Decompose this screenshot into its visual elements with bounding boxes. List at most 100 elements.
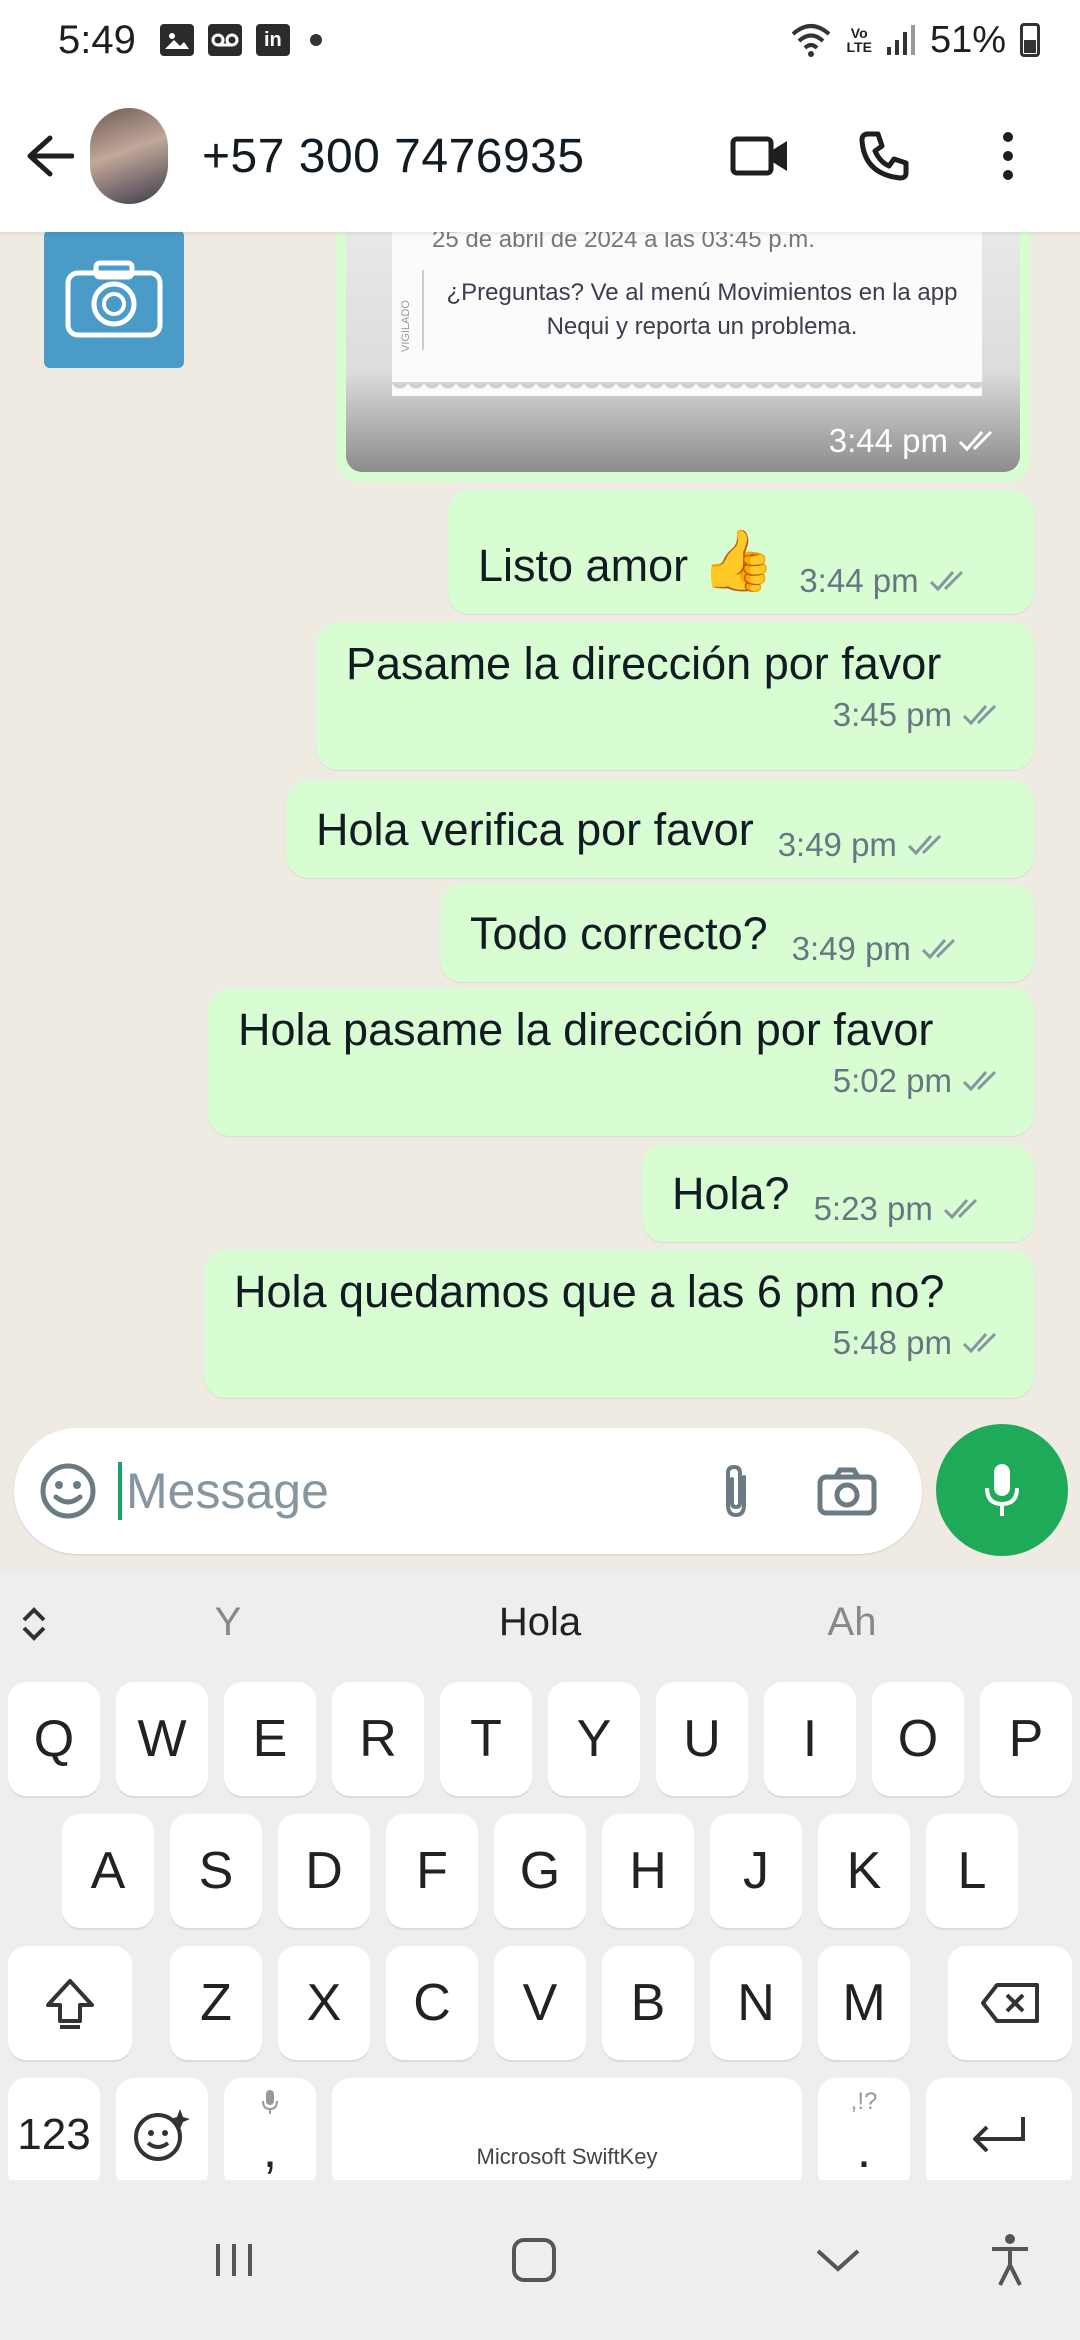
chat-area[interactable]: 25 de abril de 2024 a las 03:45 p.m. VIG… <box>0 232 1080 1567</box>
accessibility-icon <box>992 2234 1028 2286</box>
volte-icon: Vo LTE <box>846 25 872 55</box>
back-nav-button[interactable] <box>798 2220 878 2300</box>
key[interactable]: S <box>170 1814 262 1928</box>
suggestion-bar: Y Hola Ah <box>0 1570 1080 1675</box>
key[interactable]: W <box>116 1682 208 1796</box>
thumbs-up-emoji: 👍 <box>700 527 776 594</box>
suggestion-2[interactable]: Hola <box>440 1600 640 1645</box>
attach-icon[interactable] <box>716 1461 756 1521</box>
message-time: 3:49 pm <box>791 930 911 967</box>
period-label: . <box>856 2121 872 2179</box>
expand-toolbar-button[interactable] <box>14 1604 54 1644</box>
key[interactable]: V <box>494 1946 586 2060</box>
key[interactable]: N <box>710 1946 802 2060</box>
key[interactable]: X <box>278 1946 370 2060</box>
more-options-button[interactable] <box>976 124 1040 188</box>
key[interactable]: Q <box>8 1682 100 1796</box>
contact-name[interactable]: +57 300 7476935 <box>202 129 585 184</box>
accessibility-button[interactable] <box>970 2220 1050 2300</box>
key[interactable]: L <box>926 1814 1018 1928</box>
battery-icon <box>1020 23 1040 57</box>
home-button[interactable] <box>494 2220 574 2300</box>
key[interactable]: A <box>62 1814 154 1928</box>
receipt-top-text: 25 de abril de 2024 a las 03:45 p.m. <box>432 232 815 253</box>
message-time: 3:45 pm <box>832 696 952 733</box>
back-arrow-icon <box>27 135 74 177</box>
video-call-button[interactable] <box>728 124 792 188</box>
key[interactable]: Z <box>170 1946 262 2060</box>
numbers-key[interactable]: 123 <box>8 2078 100 2192</box>
read-ticks-icon <box>962 1070 997 1092</box>
message-text: Listo amor 👍 <box>478 527 776 594</box>
key[interactable]: Y <box>548 1682 640 1796</box>
message-bubble[interactable]: Hola pasame la dirección por favor 5:02 … <box>208 988 1034 1136</box>
message-text: Hola? <box>672 1168 790 1219</box>
key[interactable]: T <box>440 1682 532 1796</box>
image-message[interactable]: 25 de abril de 2024 a las 03:45 p.m. VIG… <box>336 232 1030 482</box>
message-text: Pasame la dirección por favor <box>346 638 942 689</box>
message-text: Todo correcto? <box>470 908 768 959</box>
message-time: 3:44 pm <box>828 422 948 459</box>
system-nav-bar <box>0 2180 1080 2340</box>
composer-actions <box>716 1461 898 1521</box>
suggestion-1[interactable]: Y <box>128 1600 328 1645</box>
key-row-3: Z X C V B N M <box>0 1946 1080 2062</box>
emoji-key[interactable] <box>116 2078 208 2192</box>
key[interactable]: K <box>818 1814 910 1928</box>
message-bubble[interactable]: Pasame la dirección por favor 3:45 pm <box>316 622 1034 770</box>
avatar[interactable] <box>90 108 168 204</box>
image-timestamp: 3:44 pm <box>829 422 1000 460</box>
key[interactable]: C <box>386 1946 478 2060</box>
shift-key[interactable] <box>8 1946 132 2060</box>
key[interactable]: O <box>872 1682 964 1796</box>
message-time: 5:02 pm <box>832 1062 952 1099</box>
message-bubble[interactable]: Listo amor 👍 3:44 pm <box>448 490 1034 614</box>
phone-icon <box>859 131 909 181</box>
recent-apps-button[interactable] <box>194 2220 274 2300</box>
message-meta: 5:23 pm <box>814 1190 985 1242</box>
period-key[interactable]: ,!? . <box>818 2078 910 2192</box>
backspace-icon <box>981 1983 1039 2023</box>
message-time: 5:23 pm <box>813 1190 933 1227</box>
message-meta: 5:48 pm <box>833 1324 1004 1362</box>
key[interactable]: M <box>818 1946 910 2060</box>
camera-icon[interactable] <box>816 1465 878 1517</box>
message-bubble[interactable]: Hola verifica por favor 3:49 pm <box>286 780 1034 878</box>
backspace-key[interactable] <box>948 1946 1072 2060</box>
message-composer[interactable] <box>14 1428 922 1554</box>
key[interactable]: G <box>494 1814 586 1928</box>
message-bubble[interactable]: Todo correcto? 3:49 pm <box>440 884 1034 982</box>
message-bubble[interactable]: Hola? 5:23 pm <box>642 1144 1034 1242</box>
message-time: 3:49 pm <box>777 826 897 863</box>
image-preview[interactable]: 25 de abril de 2024 a las 03:45 p.m. VIG… <box>346 232 1020 472</box>
camera-thumbnail[interactable] <box>44 232 184 368</box>
message-input[interactable] <box>118 1462 638 1520</box>
message-bubble[interactable]: Hola quedamos que a las 6 pm no? 5:48 pm <box>204 1250 1034 1398</box>
back-button[interactable] <box>20 126 80 186</box>
enter-key[interactable] <box>926 2078 1072 2192</box>
key[interactable]: J <box>710 1814 802 1928</box>
message-time: 3:44 pm <box>799 562 919 599</box>
key[interactable]: D <box>278 1814 370 1928</box>
message-meta: 3:45 pm <box>833 696 1004 734</box>
read-ticks-icon <box>958 430 993 452</box>
comma-key[interactable]: , <box>224 2078 316 2192</box>
space-bar[interactable]: Microsoft SwiftKey <box>332 2078 802 2192</box>
read-ticks-icon <box>907 834 941 856</box>
key[interactable]: H <box>602 1814 694 1928</box>
key[interactable]: P <box>980 1682 1072 1796</box>
voice-message-button[interactable] <box>936 1424 1068 1556</box>
voice-call-button[interactable] <box>852 124 916 188</box>
key[interactable]: U <box>656 1682 748 1796</box>
key[interactable]: I <box>764 1682 856 1796</box>
key[interactable]: R <box>332 1682 424 1796</box>
camera-icon <box>65 260 163 338</box>
microphone-icon <box>985 1464 1019 1516</box>
key[interactable]: E <box>224 1682 316 1796</box>
emoji-icon[interactable] <box>38 1461 98 1521</box>
key-row-1: Q W E R T Y U I O P <box>0 1682 1080 1798</box>
key[interactable]: F <box>386 1814 478 1928</box>
signal-icon <box>886 25 915 55</box>
suggestion-3[interactable]: Ah <box>752 1600 952 1645</box>
key[interactable]: B <box>602 1946 694 2060</box>
